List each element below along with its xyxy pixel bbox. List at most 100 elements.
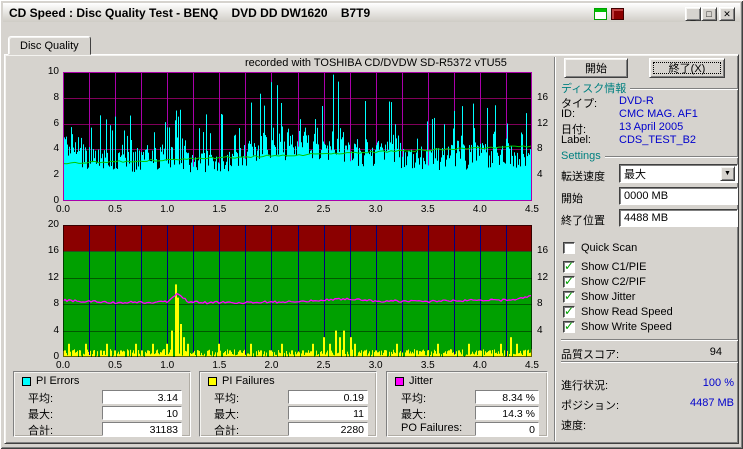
quality-score-label: 品質スコア:	[561, 349, 620, 361]
start-position-label: 開始	[561, 193, 583, 205]
green-page-icon[interactable]	[594, 8, 607, 20]
show-c1-pie-checkbox[interactable]	[563, 259, 575, 273]
axis-tick-label: 2	[53, 169, 59, 181]
axis-tick-label: 3.0	[368, 204, 383, 215]
exit-button[interactable]: 終了(X)	[649, 58, 725, 78]
app-window: CD Speed : Disc Quality Test - BENQ DVD …	[0, 0, 743, 449]
transfer-speed-value: 最大	[624, 168, 646, 181]
show-read-speed-checkbox[interactable]	[563, 304, 575, 318]
tab-label: Disc Quality	[20, 39, 79, 52]
axis-tick-label: 0	[53, 351, 59, 362]
axis-tick-label: 0.5	[108, 360, 123, 371]
jitter-swatch-icon	[395, 376, 404, 386]
axis-tick-label: 4	[53, 143, 59, 155]
axis-tick-label: 20	[47, 219, 59, 230]
start-button-label: 開始	[585, 63, 607, 75]
transfer-speed-select[interactable]: 最大 ▼	[619, 164, 738, 183]
axis-tick-label: 3.5	[420, 204, 435, 215]
disc-id-label: ID:	[561, 108, 576, 120]
end-position-input[interactable]	[619, 209, 738, 227]
axis-tick-label: 12	[47, 271, 59, 283]
show-write-speed-checkbox[interactable]	[563, 319, 575, 333]
axis-tick-label: 4.5	[525, 204, 539, 215]
settings-title: Settings	[561, 150, 601, 162]
quick-scan-checkbox[interactable]	[563, 242, 575, 254]
checkbox-label: Show Read Speed	[581, 306, 673, 318]
checkbox-label: Show C2/PIF	[581, 276, 646, 288]
disc-label-label: Label:	[561, 134, 591, 146]
legend-title: Jitter	[409, 375, 433, 387]
dropdown-button[interactable]: ▼	[720, 166, 735, 181]
maximize-button[interactable]: □	[701, 7, 717, 21]
legend-title: PI Failures	[222, 375, 275, 387]
checkbox-label: Show C1/PIE	[581, 261, 647, 273]
axis-tick-label: 0	[53, 195, 59, 206]
stat-value: 11	[288, 406, 368, 420]
axis-tick-label: 0.0	[56, 204, 70, 215]
axis-tick-label: 8	[537, 143, 543, 155]
axis-tick-label: 8	[53, 298, 59, 310]
axis-tick-label: 16	[47, 245, 59, 257]
pi-failures-stats-box: PI Failures 平均: 0.19 最大: 11 合計: 2280	[199, 371, 377, 437]
jitter-chart-canvas	[63, 225, 532, 357]
disc-info-section-header: ディスク情報	[561, 80, 738, 96]
show-jitter-checkbox[interactable]	[563, 289, 575, 303]
checkbox-label: Show Jitter	[581, 291, 636, 303]
stat-label: 平均:	[214, 393, 240, 405]
close-icon: ✕	[723, 8, 731, 19]
red-page-icon[interactable]	[611, 8, 624, 20]
start-position-input[interactable]	[619, 187, 738, 205]
chart-title: recorded with TOSHIBA CD/DVDW SD-R5372 v…	[245, 57, 507, 69]
disc-id-value: CMC MAG. AF1	[619, 108, 698, 120]
axis-tick-label: 1.0	[160, 204, 175, 215]
speed-label: 速度:	[561, 420, 587, 432]
stat-value: 0.19	[288, 390, 368, 404]
disc-label-value: CDS_TEST_B2	[619, 134, 697, 146]
close-button[interactable]: ✕	[719, 7, 735, 21]
stat-value: 8.34 %	[475, 390, 539, 404]
pi-errors-stats-box: PI Errors 平均: 3.14 最大: 10 合計: 31183	[13, 371, 191, 437]
start-button[interactable]: 開始	[564, 58, 628, 78]
position-label: ポジション:	[561, 400, 620, 412]
tab-page: recorded with TOSHIBA CD/DVDW SD-R5372 v…	[4, 54, 739, 444]
axis-tick-label: 8	[53, 91, 59, 103]
disc-info-title: ディスク情報	[561, 83, 627, 95]
axis-tick-label: 0.5	[108, 204, 123, 215]
section-divider	[630, 87, 738, 90]
divider-line	[561, 339, 738, 341]
checkbox-label: Show Write Speed	[581, 321, 672, 333]
axis-tick-label: 10	[47, 66, 59, 77]
stat-value: 2280	[288, 422, 368, 436]
pi-errors-legend: PI Errors	[22, 375, 79, 387]
quality-score-value: 94	[709, 346, 722, 358]
stat-label: 最大:	[401, 409, 427, 421]
axis-tick-label: 2.5	[316, 360, 331, 371]
disc-date-value: 13 April 2005	[619, 121, 684, 133]
axis-tick-label: 12	[537, 117, 549, 129]
tab-disc-quality[interactable]: Disc Quality	[8, 36, 91, 55]
stat-label: 平均:	[28, 393, 54, 405]
settings-section-header: Settings	[561, 150, 738, 162]
progress-value: 100 %	[702, 377, 734, 389]
section-divider	[604, 155, 738, 158]
axis-tick-label: 8	[537, 298, 543, 310]
jitter-legend: Jitter	[395, 375, 433, 387]
axis-tick-label: 2.5	[316, 204, 331, 215]
window-title: CD Speed : Disc Quality Test - BENQ DVD …	[9, 5, 371, 20]
show-c2-pif-checkbox[interactable]	[563, 274, 575, 288]
pi-errors-swatch-icon	[22, 376, 31, 386]
stat-value: 14.3 %	[475, 406, 539, 420]
pi-failures-legend: PI Failures	[208, 375, 275, 387]
minimize-button[interactable]: _	[685, 7, 701, 21]
axis-tick-label: 4	[537, 169, 543, 181]
axis-tick-label: 16	[537, 91, 549, 103]
divider-line	[561, 361, 738, 363]
axis-tick-label: 1.5	[212, 204, 227, 215]
transfer-speed-label: 転送速度	[561, 171, 605, 183]
axis-tick-label: 6	[53, 117, 59, 129]
title-bar[interactable]: CD Speed : Disc Quality Test - BENQ DVD …	[3, 3, 740, 22]
axis-tick-label: 4.5	[525, 360, 539, 371]
axis-tick-label: 1.0	[160, 360, 175, 371]
jitter-stats-box: Jitter 平均: 8.34 % 最大: 14.3 % PO Failures…	[386, 371, 548, 437]
exit-button-label: 終了(X)	[668, 63, 706, 75]
